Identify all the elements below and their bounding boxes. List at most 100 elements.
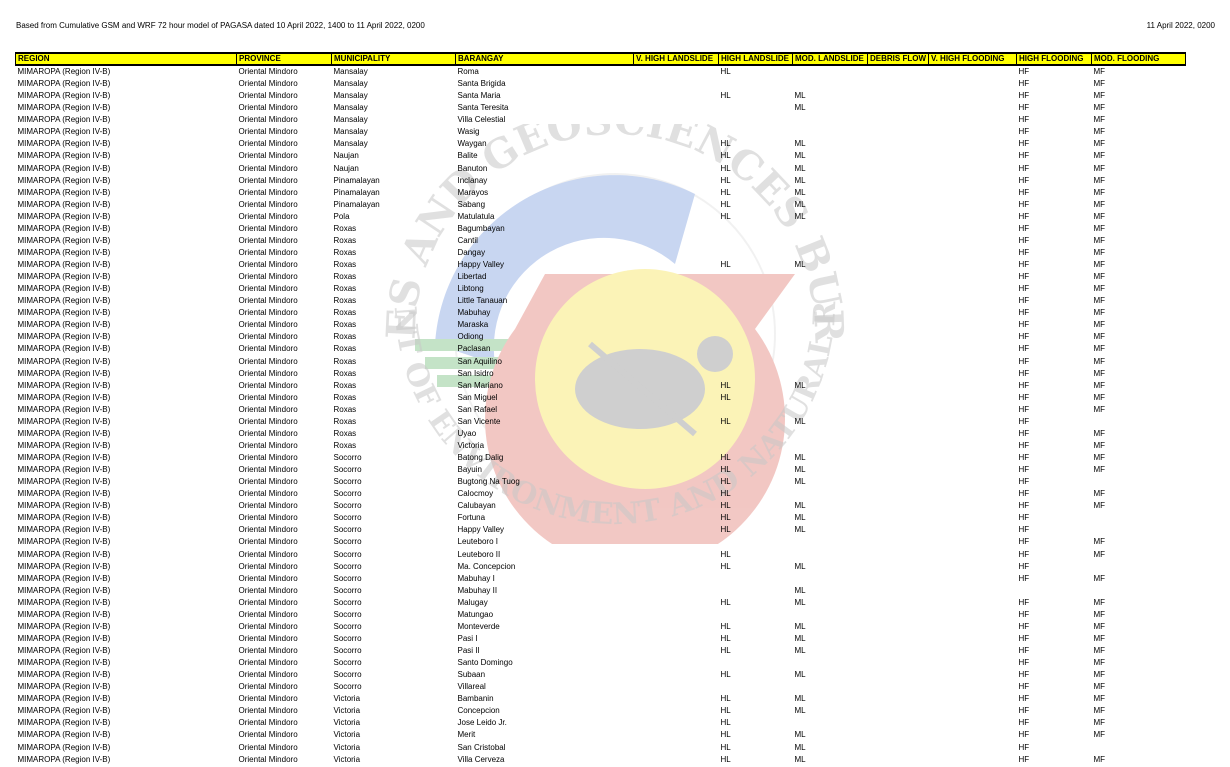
cell-high-flooding: HF — [1018, 368, 1030, 378]
cell-municipality: Socorro — [333, 477, 362, 487]
cell-province: Oriental Mindoro — [238, 187, 298, 197]
table-row: MIMAROPA (Region IV-B) Oriental Mindoro Na… — [16, 150, 1186, 162]
cell-region: MIMAROPA (Region IV-B) — [17, 187, 111, 197]
cell-mod-flooding: MF — [1093, 718, 1106, 728]
cell-mod-flooding: MF — [1093, 127, 1106, 137]
cell-region: MIMAROPA (Region IV-B) — [17, 621, 111, 631]
cell-v-high-landslide — [634, 729, 719, 741]
cell-region: MIMAROPA (Region IV-B) — [17, 163, 111, 173]
cell-mod-landslide: ML — [794, 187, 806, 197]
cell-province: Oriental Mindoro — [238, 477, 298, 487]
table-row: MIMAROPA (Region IV-B) Oriental Mindoro Ro… — [16, 343, 1186, 355]
cell-mod-landslide — [793, 247, 868, 259]
cell-region: MIMAROPA (Region IV-B) — [17, 718, 111, 728]
cell-municipality: Roxas — [333, 260, 357, 270]
cell-mod-landslide — [793, 307, 868, 319]
cell-municipality: Socorro — [333, 453, 362, 463]
cell-mod-flooding: MF — [1093, 211, 1106, 221]
cell-debris-flow — [868, 404, 929, 416]
cell-debris-flow — [868, 669, 929, 681]
cell-debris-flow — [868, 681, 929, 693]
cell-v-high-landslide — [634, 343, 719, 355]
cell-province: Oriental Mindoro — [238, 573, 298, 583]
table-row: MIMAROPA (Region IV-B) Oriental Mindoro Ro… — [16, 416, 1186, 428]
cell-mod-flooding: MF — [1093, 440, 1106, 450]
cell-v-high-landslide — [634, 138, 719, 150]
cell-high-flooding: HF — [1018, 453, 1030, 463]
cell-barangay: Balite — [457, 151, 478, 161]
cell-v-high-landslide — [634, 199, 719, 211]
cell-v-high-landslide — [634, 65, 719, 78]
cell-province: Oriental Mindoro — [238, 103, 298, 113]
cell-municipality: Socorro — [333, 682, 362, 692]
cell-v-high-landslide — [634, 621, 719, 633]
cell-v-high-landslide — [634, 392, 719, 404]
cell-high-landslide: HL — [720, 453, 731, 463]
cell-v-high-landslide — [634, 573, 719, 585]
cell-region: MIMAROPA (Region IV-B) — [17, 537, 111, 547]
cell-region: MIMAROPA (Region IV-B) — [17, 754, 111, 764]
table-row: MIMAROPA (Region IV-B) Oriental Mindoro Ro… — [16, 259, 1186, 271]
table-row: MIMAROPA (Region IV-B) Oriental Mindoro Vi… — [16, 729, 1186, 741]
cell-mod-landslide — [793, 368, 868, 380]
cell-province: Oriental Mindoro — [238, 151, 298, 161]
table-row: MIMAROPA (Region IV-B) Oriental Mindoro Pi… — [16, 199, 1186, 211]
cell-v-high-landslide — [634, 633, 719, 645]
cell-mod-landslide: ML — [794, 199, 806, 209]
cell-municipality: Socorro — [333, 573, 362, 583]
table-row: MIMAROPA (Region IV-B) Oriental Mindoro Ma… — [16, 102, 1186, 114]
cell-barangay: Sabang — [457, 199, 486, 209]
table-row: MIMAROPA (Region IV-B) Oriental Mindoro Ro… — [16, 356, 1186, 368]
cell-v-high-landslide — [634, 669, 719, 681]
cell-high-flooding: HF — [1018, 103, 1030, 113]
cell-debris-flow — [868, 428, 929, 440]
cell-debris-flow — [868, 452, 929, 464]
cell-high-landslide — [719, 283, 793, 295]
cell-mod-flooding: MF — [1093, 694, 1106, 704]
cell-high-flooding: HF — [1018, 187, 1030, 197]
cell-debris-flow — [868, 138, 929, 150]
cell-v-high-flooding — [929, 187, 1017, 199]
cell-mod-flooding: MF — [1093, 260, 1106, 270]
cell-v-high-landslide — [634, 681, 719, 693]
cell-municipality: Pinamalayan — [333, 175, 380, 185]
cell-high-flooding: HF — [1018, 223, 1030, 233]
cell-v-high-flooding — [929, 78, 1017, 90]
cell-high-landslide — [719, 585, 793, 597]
source-note: Based from Cumulative GSM and WRF 72 hou… — [16, 21, 425, 30]
cell-mod-landslide: ML — [794, 670, 806, 680]
table-row: MIMAROPA (Region IV-B) Oriental Mindoro Ma… — [16, 126, 1186, 138]
cell-barangay: Mabuhay I — [457, 573, 495, 583]
cell-region: MIMAROPA (Region IV-B) — [17, 646, 111, 656]
cell-region: MIMAROPA (Region IV-B) — [17, 115, 111, 125]
cell-high-landslide: HL — [720, 465, 731, 475]
cell-v-high-landslide — [634, 645, 719, 657]
cell-v-high-flooding — [929, 65, 1017, 78]
cell-mod-flooding: MF — [1093, 247, 1106, 257]
cell-region: MIMAROPA (Region IV-B) — [17, 525, 111, 535]
cell-high-landslide: HL — [720, 549, 731, 559]
cell-high-landslide — [719, 295, 793, 307]
table-row: MIMAROPA (Region IV-B) Oriental Mindoro So… — [16, 681, 1186, 693]
cell-v-high-flooding — [929, 102, 1017, 114]
cell-debris-flow — [868, 633, 929, 645]
cell-barangay: Monteverde — [457, 621, 500, 631]
cell-high-flooding: HF — [1018, 549, 1030, 559]
table-row: MIMAROPA (Region IV-B) Oriental Mindoro Ro… — [16, 319, 1186, 331]
cell-high-flooding: HF — [1018, 537, 1030, 547]
cell-mod-flooding: MF — [1093, 320, 1106, 330]
cell-province: Oriental Mindoro — [238, 79, 298, 89]
cell-province: Oriental Mindoro — [238, 91, 298, 101]
cell-high-landslide — [719, 319, 793, 331]
cell-municipality: Mansalay — [333, 79, 368, 89]
cell-debris-flow — [868, 609, 929, 621]
cell-barangay: Mabuhay — [457, 308, 491, 318]
cell-high-landslide: HL — [720, 525, 731, 535]
cell-municipality: Socorro — [333, 658, 362, 668]
cell-v-high-landslide — [634, 126, 719, 138]
cell-high-landslide: HL — [720, 646, 731, 656]
cell-mod-flooding: MF — [1093, 646, 1106, 656]
cell-barangay: Little Tanauan — [457, 296, 508, 306]
cell-debris-flow — [868, 331, 929, 343]
cell-v-high-landslide — [634, 524, 719, 536]
